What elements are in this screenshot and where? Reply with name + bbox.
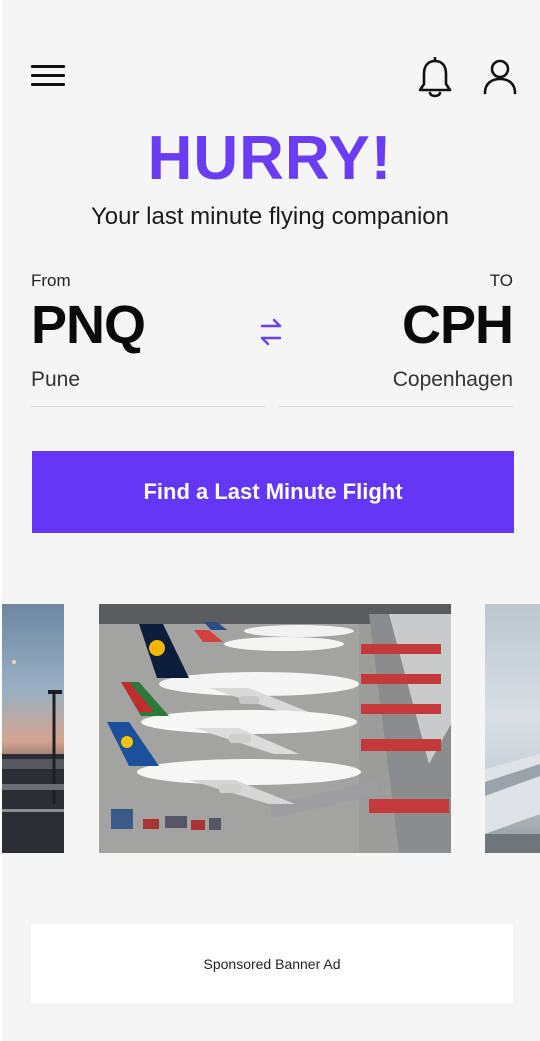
origin-city: Pune [31, 368, 81, 391]
origin-code: PNQ [31, 295, 146, 355]
app-subtitle: Your last minute flying companion [91, 203, 449, 230]
app-title: HURRY! [147, 124, 393, 193]
destination-code: CPH [401, 295, 514, 355]
carousel-image-airport-gates[interactable] [99, 604, 451, 853]
bell-icon[interactable] [416, 57, 454, 99]
origin-label: From [31, 271, 71, 290]
find-flight-button[interactable]: Find a Last Minute Flight [32, 451, 514, 533]
destination-selector[interactable]: TO CPH Copenhagen [279, 270, 514, 407]
origin-selector[interactable]: From PNQ Pune [31, 270, 265, 407]
carousel-image-airplane-wing[interactable] [485, 604, 540, 853]
sponsored-banner-ad[interactable]: Sponsored Banner Ad [31, 924, 513, 1003]
destination-city: Copenhagen [392, 368, 513, 391]
hamburger-menu-icon[interactable] [31, 65, 65, 89]
destination-label: TO [489, 271, 513, 290]
carousel-image-airport-dusk[interactable] [2, 604, 64, 853]
user-icon[interactable] [482, 58, 518, 96]
